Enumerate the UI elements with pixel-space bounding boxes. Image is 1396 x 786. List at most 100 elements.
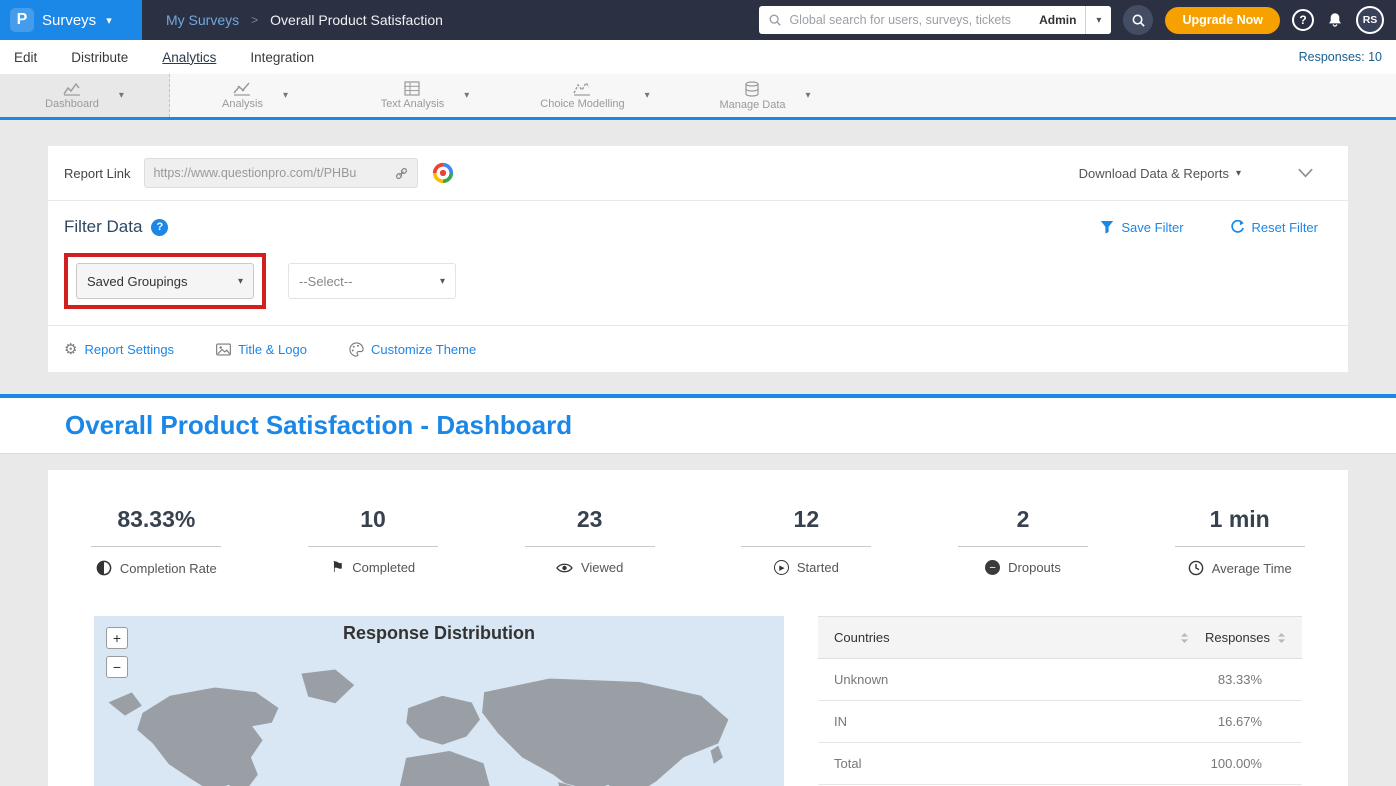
surveys-product-menu[interactable]: P Surveys ▾ — [0, 0, 142, 40]
play-circle-icon: ▶ — [774, 560, 789, 575]
stat-label: Dropouts — [1008, 560, 1061, 575]
stat-label: Completed — [352, 560, 415, 575]
clock-icon — [1188, 560, 1204, 576]
chevron-down-icon: ▾ — [238, 276, 243, 287]
report-settings-row: ⚙ Report Settings Title & Logo Customize… — [48, 326, 1348, 372]
breadcrumb: My Surveys > Overall Product Satisfactio… — [166, 12, 443, 28]
sort-icon[interactable] — [1180, 632, 1189, 644]
nav-item-distribute[interactable]: Distribute — [71, 50, 128, 65]
dashboard-chart-icon — [63, 81, 81, 96]
page-title: Overall Product Satisfaction - Dashboard — [65, 410, 572, 441]
tab-choice-modelling[interactable]: Choice Modelling ▾ — [510, 74, 680, 117]
nav-item-analytics[interactable]: Analytics — [162, 50, 216, 65]
report-link-url: https://www.questionpro.com/t/PHBu — [153, 166, 388, 180]
chevron-down-icon: ▾ — [1096, 15, 1101, 26]
link-icon — [394, 166, 409, 181]
stat-label: Viewed — [581, 560, 623, 575]
map-title: Response Distribution — [94, 616, 784, 644]
breadcrumb-separator: > — [251, 13, 258, 27]
report-settings-link[interactable]: ⚙ Report Settings — [64, 340, 174, 358]
completion-rate-icon — [96, 560, 112, 576]
tab-dashboard[interactable]: Dashboard ▾ — [0, 74, 170, 117]
search-scope-admin[interactable]: Admin — [1030, 13, 1085, 27]
tab-text-analysis[interactable]: Text Analysis ▾ — [340, 74, 510, 117]
user-avatar[interactable]: RS — [1356, 6, 1384, 34]
filter-data-title: Filter Data — [64, 217, 142, 237]
report-link-input[interactable]: https://www.questionpro.com/t/PHBu — [144, 158, 418, 188]
global-search: Admin ▾ — [759, 6, 1111, 34]
sort-icon[interactable] — [1277, 632, 1286, 644]
table-row: Unknown 83.33% — [818, 659, 1302, 701]
questionpro-logo: P — [10, 8, 34, 32]
responses-cell: 83.33% — [1218, 672, 1286, 687]
search-icon — [768, 13, 782, 27]
dashboard-title-band: Overall Product Satisfaction - Dashboard — [0, 398, 1396, 454]
google-icon[interactable] — [432, 162, 454, 184]
report-link-label: Report Link — [64, 166, 130, 181]
download-data-reports-menu[interactable]: Download Data & Reports ▾ — [1079, 166, 1241, 181]
global-search-input[interactable] — [789, 13, 1030, 27]
flag-icon: ⚑ — [331, 560, 344, 575]
table-row: IN 16.67% — [818, 701, 1302, 743]
grouping-select-dropdown[interactable]: --Select-- ▾ — [288, 263, 456, 299]
zoom-in-button[interactable]: + — [106, 627, 128, 649]
collapse-panel-chevron[interactable] — [1297, 167, 1314, 179]
responses-column-header[interactable]: Responses — [1205, 630, 1270, 645]
minus-circle-icon: − — [985, 560, 1000, 575]
countries-table-header: Countries Responses — [818, 616, 1302, 659]
chevron-down-icon: ▾ — [440, 276, 445, 287]
world-map[interactable] — [94, 654, 784, 786]
notifications-bell-icon[interactable] — [1326, 11, 1344, 29]
search-scope-dropdown[interactable]: ▾ — [1085, 6, 1111, 34]
tab-manage-data[interactable]: Manage Data ▾ — [680, 74, 850, 117]
saved-groupings-dropdown[interactable]: Saved Groupings ▾ — [76, 263, 254, 299]
customize-theme-link[interactable]: Customize Theme — [349, 342, 476, 357]
stats-row: 83.33% Completion Rate 10 ⚑ Completed 23… — [48, 506, 1348, 576]
analysis-chart-icon — [233, 81, 251, 96]
countries-column-header[interactable]: Countries — [834, 630, 890, 645]
breadcrumb-my-surveys[interactable]: My Surveys — [166, 12, 239, 28]
chevron-down-icon[interactable]: ▾ — [119, 90, 124, 101]
breadcrumb-current-survey: Overall Product Satisfaction — [270, 12, 443, 28]
image-icon — [216, 343, 231, 356]
nav-item-integration[interactable]: Integration — [250, 50, 314, 65]
advanced-search-button[interactable] — [1123, 5, 1153, 35]
chevron-down-icon — [1297, 167, 1314, 179]
refresh-icon — [1230, 220, 1245, 235]
funnel-icon — [1100, 220, 1114, 234]
gear-icon: ⚙ — [64, 340, 77, 358]
stat-completion-rate: 83.33% Completion Rate — [48, 506, 265, 576]
responses-count[interactable]: Responses: 10 — [1299, 50, 1382, 64]
database-icon — [744, 81, 760, 97]
annotation-highlight-box: Saved Groupings ▾ — [64, 253, 266, 309]
filter-help-icon[interactable]: ? — [151, 219, 168, 236]
text-analysis-grid-icon — [404, 81, 420, 96]
responses-cell: 16.67% — [1218, 714, 1286, 729]
chevron-down-icon: ▾ — [1236, 168, 1241, 179]
country-cell: Unknown — [834, 672, 888, 687]
save-filter-button[interactable]: Save Filter — [1100, 220, 1183, 235]
chevron-down-icon[interactable]: ▾ — [464, 90, 469, 101]
choice-modelling-chart-icon — [573, 81, 591, 96]
stat-viewed: 23 Viewed — [481, 506, 698, 576]
response-distribution-map: Response Distribution + − — [94, 616, 784, 786]
stat-dropouts: 2 − Dropouts — [915, 506, 1132, 576]
reset-filter-button[interactable]: Reset Filter — [1230, 220, 1318, 235]
product-name: Surveys — [42, 12, 96, 29]
chevron-down-icon[interactable]: ▾ — [283, 90, 288, 101]
upgrade-now-button[interactable]: Upgrade Now — [1165, 7, 1280, 34]
chevron-down-icon[interactable]: ▾ — [645, 90, 650, 101]
nav-item-edit[interactable]: Edit — [14, 50, 37, 65]
title-logo-link[interactable]: Title & Logo — [216, 342, 307, 357]
table-row: Total 100.00% — [818, 743, 1302, 785]
help-button[interactable]: ? — [1292, 9, 1314, 31]
countries-table: Countries Responses Unknown 83.33% IN — [818, 616, 1302, 786]
tab-analysis[interactable]: Analysis ▾ — [170, 74, 340, 117]
country-cell: IN — [834, 714, 847, 729]
search-icon — [1131, 13, 1146, 28]
dashboard-stats-card: 83.33% Completion Rate 10 ⚑ Completed 23… — [48, 470, 1348, 786]
topbar: P Surveys ▾ My Surveys > Overall Product… — [0, 0, 1396, 40]
analytics-tabs: Dashboard ▾ Analysis ▾ Text Analysis ▾ C… — [0, 74, 1396, 120]
chevron-down-icon[interactable]: ▾ — [806, 90, 811, 101]
stat-average-time: 1 min Average Time — [1131, 506, 1348, 576]
